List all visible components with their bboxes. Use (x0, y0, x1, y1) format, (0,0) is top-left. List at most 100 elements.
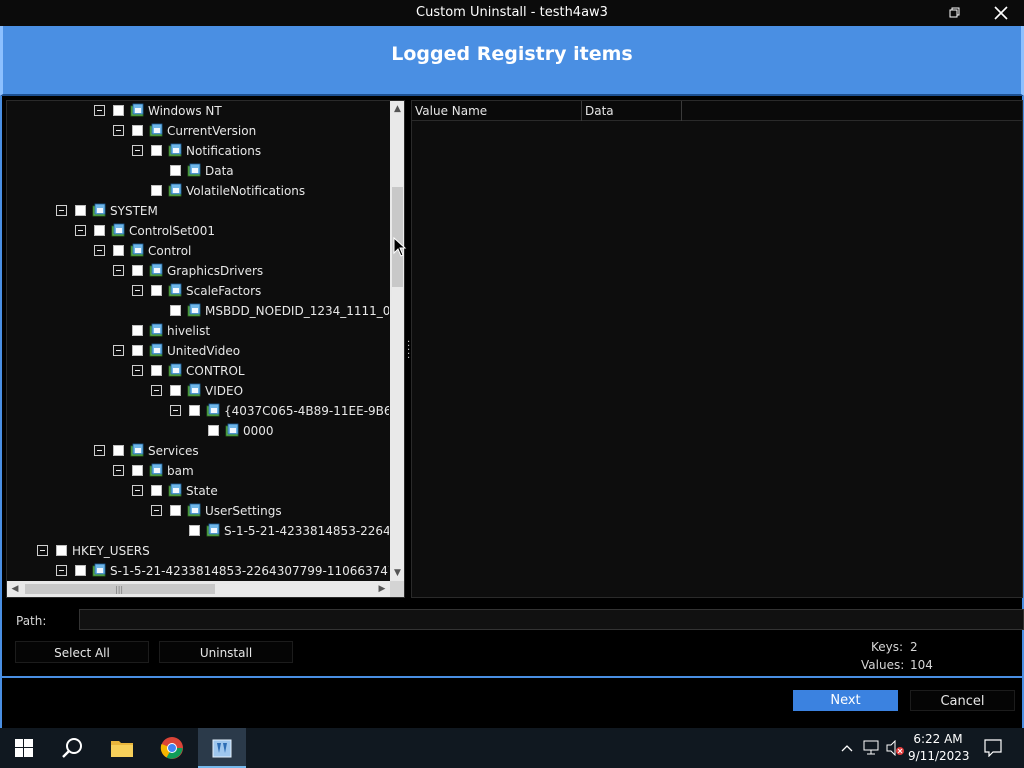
tree-item[interactable]: HKEY_USERS (7, 541, 389, 561)
tree-item-checkbox[interactable] (151, 145, 162, 156)
tree-item[interactable]: S-1-5-21-4233814853-22643 (7, 521, 389, 541)
tree-item[interactable]: UnitedVideo (7, 341, 389, 361)
collapse-toggle-icon[interactable] (94, 445, 105, 456)
tree-item-checkbox[interactable] (132, 125, 143, 136)
scroll-down-button[interactable]: ▼ (390, 565, 404, 581)
tree-item-checkbox[interactable] (170, 385, 181, 396)
collapse-toggle-icon[interactable] (75, 225, 86, 236)
windows-icon (15, 739, 33, 757)
window-title: Custom Uninstall - testh4aw3 (416, 5, 608, 20)
collapse-toggle-icon[interactable] (113, 345, 124, 356)
registry-tree[interactable]: Windows NT CurrentVersion Notifications Dat… (6, 100, 405, 598)
scroll-grip-icon: ||| (115, 585, 124, 594)
tree-item[interactable]: ControlSet001 (7, 221, 389, 241)
collapse-toggle-icon[interactable] (151, 505, 162, 516)
collapse-toggle-icon[interactable] (113, 265, 124, 276)
header-banner: Logged Registry items (0, 26, 1024, 96)
tree-item[interactable]: bam (7, 461, 389, 481)
scroll-left-button[interactable]: ◀ (7, 581, 23, 597)
search-button[interactable] (48, 728, 96, 768)
tree-item-checkbox[interactable] (151, 365, 162, 376)
tree-horizontal-scrollbar[interactable]: ◀ ||| ▶ (7, 581, 390, 597)
start-button[interactable] (0, 728, 48, 768)
tree-item[interactable]: MSBDD_NOEDID_1234_1111_00 (7, 301, 389, 321)
pane-splitter[interactable]: · · · · · (407, 338, 410, 364)
collapse-toggle-icon[interactable] (151, 385, 162, 396)
chrome-button[interactable] (148, 728, 196, 768)
next-button[interactable]: Next (793, 690, 898, 711)
close-button[interactable] (978, 0, 1024, 26)
collapse-toggle-icon[interactable] (56, 205, 67, 216)
scroll-up-button[interactable]: ▲ (390, 101, 404, 117)
collapse-toggle-icon[interactable] (132, 285, 143, 296)
restore-button[interactable] (932, 0, 978, 26)
tree-item-checkbox[interactable] (170, 165, 181, 176)
tree-item-checkbox[interactable] (170, 305, 181, 316)
scroll-right-button[interactable]: ▶ (374, 581, 390, 597)
tree-item[interactable]: UserSettings (7, 501, 389, 521)
tree-item-checkbox[interactable] (113, 105, 124, 116)
column-data[interactable]: Data (582, 101, 682, 121)
tree-item[interactable]: Control (7, 241, 389, 261)
tree-item-checkbox[interactable] (94, 225, 105, 236)
collapse-toggle-icon[interactable] (113, 465, 124, 476)
tree-item-checkbox[interactable] (208, 425, 219, 436)
notifications-button[interactable] (978, 728, 1008, 768)
tree-item-checkbox[interactable] (132, 465, 143, 476)
collapse-toggle-icon[interactable] (94, 105, 105, 116)
tree-item[interactable]: ScaleFactors (7, 281, 389, 301)
collapse-toggle-icon[interactable] (132, 485, 143, 496)
volume-button[interactable] (884, 728, 906, 768)
tree-item-checkbox[interactable] (151, 185, 162, 196)
tree-item-checkbox[interactable] (75, 565, 86, 576)
tree-item-checkbox[interactable] (132, 325, 143, 336)
clock[interactable]: 6:22 AM 9/11/2023 (908, 731, 970, 765)
tree-item[interactable]: {4037C065-4B89-11EE-9B6F- (7, 401, 389, 421)
file-explorer-button[interactable] (98, 728, 146, 768)
collapse-toggle-icon[interactable] (94, 245, 105, 256)
tree-item[interactable]: Data (7, 161, 389, 181)
tree-item-checkbox[interactable] (189, 405, 200, 416)
tree-item[interactable]: State (7, 481, 389, 501)
tree-item-checkbox[interactable] (113, 245, 124, 256)
collapse-toggle-icon[interactable] (132, 365, 143, 376)
select-all-button[interactable]: Select All (15, 641, 149, 663)
tree-item[interactable]: VIDEO (7, 381, 389, 401)
tree-item-checkbox[interactable] (132, 345, 143, 356)
uninstaller-app-button[interactable] (198, 728, 246, 768)
tree-item[interactable]: GraphicsDrivers (7, 261, 389, 281)
tree-item[interactable]: 0000 (7, 421, 389, 441)
collapse-toggle-icon[interactable] (132, 145, 143, 156)
tree-item-checkbox[interactable] (132, 265, 143, 276)
column-value-name[interactable]: Value Name (412, 101, 582, 121)
values-count: 104 (910, 658, 933, 672)
collapse-toggle-icon[interactable] (170, 405, 181, 416)
tree-item[interactable]: hivelist (7, 321, 389, 341)
cancel-button[interactable]: Cancel (910, 690, 1015, 711)
tree-item-checkbox[interactable] (151, 485, 162, 496)
tree-item[interactable]: CONTROL (7, 361, 389, 381)
tree-item[interactable]: Windows NT (7, 101, 389, 121)
show-hidden-icons-button[interactable] (838, 728, 856, 768)
collapse-toggle-icon[interactable] (113, 125, 124, 136)
tree-item-checkbox[interactable] (75, 205, 86, 216)
tree-item-checkbox[interactable] (56, 545, 67, 556)
path-field[interactable] (79, 609, 1024, 630)
tree-item[interactable]: Services (7, 441, 389, 461)
tree-item[interactable]: CurrentVersion (7, 121, 389, 141)
values-list[interactable]: Value Name Data (411, 100, 1023, 598)
registry-key-icon (168, 183, 183, 198)
tree-item[interactable]: SYSTEM (7, 201, 389, 221)
tree-item-checkbox[interactable] (189, 525, 200, 536)
collapse-toggle-icon[interactable] (37, 545, 48, 556)
uninstall-button[interactable]: Uninstall (159, 641, 293, 663)
tree-item-checkbox[interactable] (151, 285, 162, 296)
tree-item-checkbox[interactable] (113, 445, 124, 456)
tree-item[interactable]: VolatileNotifications (7, 181, 389, 201)
collapse-toggle-icon[interactable] (56, 565, 67, 576)
tree-item[interactable]: Notifications (7, 141, 389, 161)
tree-vertical-scrollbar[interactable]: ▲ ▼ (390, 101, 404, 581)
tree-item-checkbox[interactable] (170, 505, 181, 516)
network-button[interactable] (860, 728, 882, 768)
tree-item[interactable]: S-1-5-21-4233814853-2264307799-110663747… (7, 561, 389, 581)
